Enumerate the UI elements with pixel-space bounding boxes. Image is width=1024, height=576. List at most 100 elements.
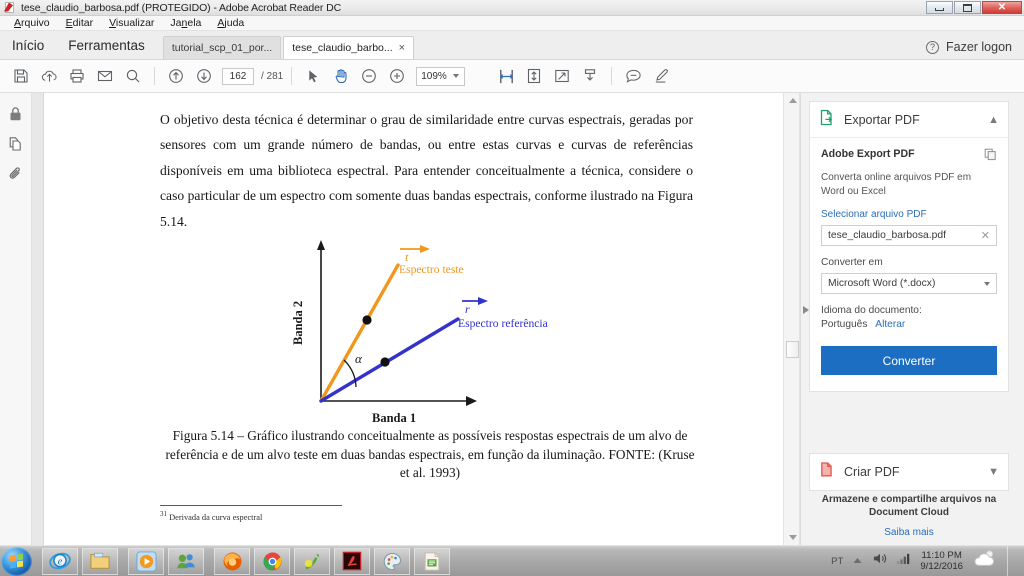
document-tab-tutorial[interactable]: tutorial_scp_01_por... [162,36,282,59]
x-axis-arrowhead [466,396,477,406]
zoom-level-select[interactable]: 109% [416,66,466,86]
adobe-export-heading-row: Adobe Export PDF [821,148,997,164]
fit-page-icon[interactable] [521,63,547,89]
create-pdf-card[interactable]: Criar PDF ▼ [809,453,1009,491]
page-thumbnails-icon[interactable] [6,134,26,154]
create-pdf-header[interactable]: Criar PDF ▼ [810,454,1008,490]
menu-editar[interactable]: Editar [58,17,101,29]
volume-icon[interactable] [872,552,887,570]
menu-ajuda[interactable]: Ajuda [209,17,252,29]
attachments-icon[interactable] [6,164,26,184]
windows-start-orb[interactable] [1,546,32,576]
series-espectro-teste-label: Espectro teste [399,263,464,276]
sign-in-button[interactable]: Fazer logon [946,40,1012,54]
zoom-in-icon[interactable] [384,63,410,89]
scrollbar-thumb[interactable] [786,341,799,358]
copy-icon[interactable] [984,148,997,164]
export-pdf-header[interactable]: Exportar PDF ▲ [810,102,1008,138]
save-icon[interactable] [8,63,34,89]
close-button[interactable]: ✕ [982,1,1022,14]
maximize-button[interactable] [954,1,981,14]
minimize-button[interactable] [926,1,953,14]
pdf-page: O objetivo desta técnica é determinar o … [43,93,792,545]
fullscreen-icon[interactable] [549,63,575,89]
security-lock-icon[interactable] [6,104,26,124]
zoom-out-icon[interactable] [356,63,382,89]
export-pdf-card: Exportar PDF ▲ Adobe Export PDF Converta… [809,101,1009,392]
page-number-input[interactable]: 162 [222,67,254,85]
series-espectro-teste-point [362,315,372,325]
acrobat-icon [4,1,17,14]
upload-cloud-icon[interactable] [36,63,62,89]
language-indicator[interactable]: PT [831,556,843,567]
selected-file-value: tese_claudio_barbosa.pdf [828,230,946,241]
email-icon[interactable] [92,63,118,89]
close-tab-icon[interactable]: × [399,42,405,54]
comment-icon[interactable] [620,63,646,89]
series-espectro-referencia-line [319,317,460,403]
messenger-icon[interactable] [168,547,204,575]
selected-file-field[interactable]: tese_claudio_barbosa.pdf ✕ [821,225,997,246]
document-scrollbar[interactable] [783,93,800,545]
document-language-row: Português Alterar [821,319,997,330]
show-hidden-icons[interactable] [852,552,863,570]
search-icon[interactable] [120,63,146,89]
menu-visualizar[interactable]: Visualizar [101,17,162,29]
system-tray: PT 11:10 PM 9/12/2016 [831,545,1024,576]
chevron-down-icon[interactable]: ▼ [988,466,999,478]
document-language-value: Português [821,319,868,330]
print-icon[interactable] [64,63,90,89]
windows-explorer-icon[interactable] [82,547,118,575]
highlight-pen-icon[interactable] [648,63,674,89]
series-espectro-referencia-label: Espectro referência [458,317,548,330]
figure-svg: t Espectro teste r Espectro referência α… [291,240,548,425]
chevron-up-icon[interactable]: ▲ [988,114,999,126]
network-icon[interactable] [896,552,911,570]
libreoffice-icon[interactable] [414,547,450,575]
toolbar-divider [291,67,293,85]
menu-arquivo[interactable]: Arquivo [6,17,58,29]
clock[interactable]: 11:10 PM 9/12/2016 [920,550,963,573]
firefox-icon[interactable] [214,547,250,575]
select-pdf-link[interactable]: Selecionar arquivo PDF [821,209,997,220]
cursor-icon[interactable] [300,63,326,89]
adobe-acrobat-icon[interactable] [334,547,370,575]
collapse-right-panel[interactable] [801,301,810,319]
windows-media-player-icon[interactable] [128,547,164,575]
convert-button[interactable]: Converter [821,346,997,375]
document-tab-tese[interactable]: tese_claudio_barbo... × [283,36,415,59]
chevron-down-icon [984,281,990,286]
show-desktop-button[interactable] [1007,545,1016,576]
y-axis-arrowhead [317,240,325,250]
chrome-icon[interactable] [254,547,290,575]
document-cloud-line1: Armazene e compartilhe arquivos na [821,494,997,505]
convert-to-select[interactable]: Microsoft Word (*.docx) [821,273,997,294]
scroll-up-icon[interactable] [784,93,801,108]
document-cloud-footer: Armazene e compartilhe arquivos na Docum… [809,493,1009,538]
weather-icon[interactable] [972,548,998,575]
y-axis-title: Banda 2 [291,301,305,345]
tab-ferramentas[interactable]: Ferramentas [56,38,157,59]
change-language-link[interactable]: Alterar [875,319,905,330]
help-icon[interactable]: ? [925,40,939,54]
footnote-separator [160,505,342,506]
clear-file-icon[interactable]: ✕ [981,229,990,242]
x-axis-title: Banda 1 [372,411,416,425]
vector-r-label: r [465,302,470,316]
create-pdf-title: Criar PDF [844,465,900,479]
paint-icon[interactable] [374,547,410,575]
body-paragraph: O objetivo desta técnica é determinar o … [160,112,693,229]
next-page-icon[interactable] [191,63,217,89]
tab-bar-right: ? Fazer logon [925,40,1024,59]
previous-page-icon[interactable] [163,63,189,89]
scroll-mode-icon[interactable] [577,63,603,89]
scroll-down-icon[interactable] [784,530,801,545]
document-view[interactable]: O objetivo desta técnica é determinar o … [32,93,804,545]
internet-explorer-icon[interactable]: e [42,547,78,575]
green-app-icon[interactable] [294,547,330,575]
learn-more-link[interactable]: Saiba mais [809,527,1009,538]
menu-janela[interactable]: Janela [162,17,209,29]
tab-inicio[interactable]: Início [0,38,56,59]
fit-width-icon[interactable] [493,63,519,89]
hand-icon[interactable] [328,63,354,89]
